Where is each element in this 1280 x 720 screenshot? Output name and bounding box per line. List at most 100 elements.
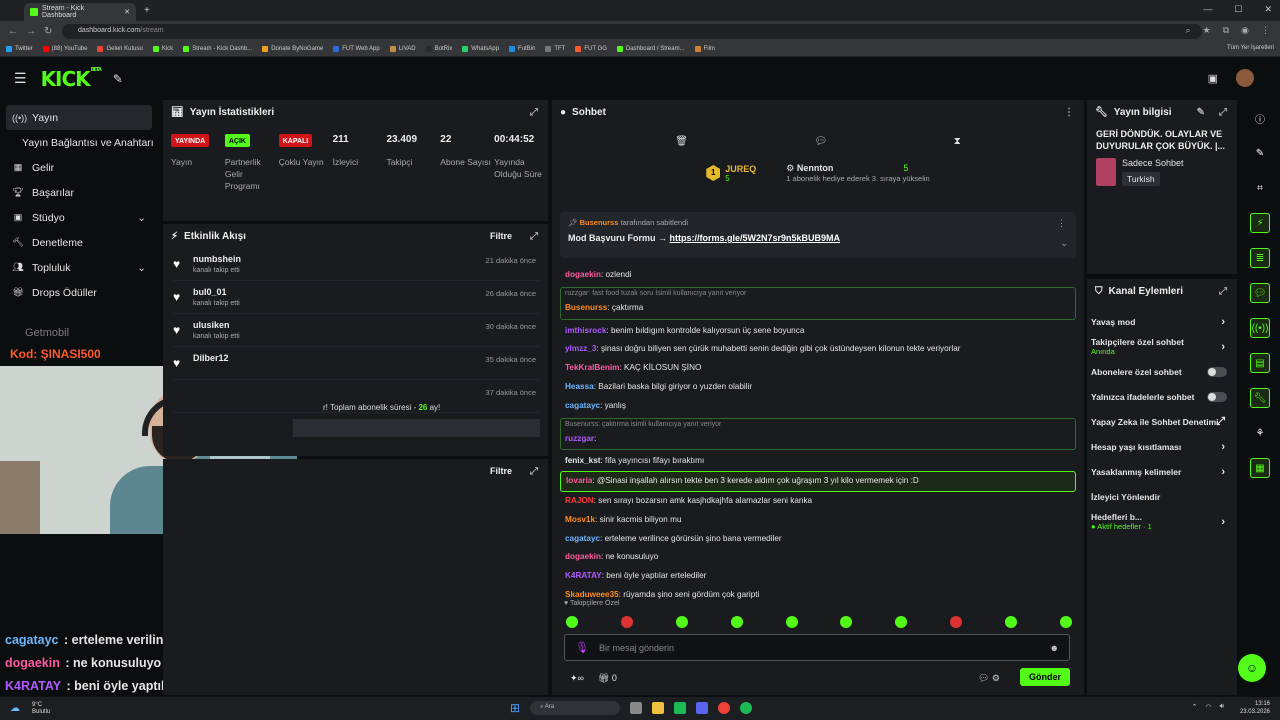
chevron-right-icon[interactable]: › <box>1221 316 1225 328</box>
sidebar-item-3[interactable]: 🏆︎ Başarılar <box>0 180 160 205</box>
edit-icon[interactable]: ✎ <box>1197 107 1205 118</box>
chat-input[interactable]: 🎙︎ Bir mesaj gönderin ☻ <box>564 634 1070 661</box>
expand-icon[interactable]: ⤢ <box>1219 107 1227 118</box>
channel-action-item[interactable]: Hedefleri b... ● Aktif hedefler · 1 › <box>1087 509 1237 534</box>
volume-icon[interactable]: 🔊︎ <box>1220 703 1224 711</box>
pin-icon[interactable]: ✎ <box>113 72 123 86</box>
sidebar-item-1[interactable]: Yayın Bağlantısı ve Anahtarı <box>0 130 160 155</box>
hamburger-menu-icon[interactable]: ☰ <box>14 70 27 87</box>
chat-username[interactable]: imthisrock <box>565 326 606 335</box>
url-field[interactable]: dashboard.kick.com/stream <box>62 24 1202 39</box>
chevron-down-icon[interactable]: ⌄ <box>1060 238 1068 249</box>
list-icon[interactable]: ≣ <box>1250 248 1270 268</box>
channel-action-item[interactable]: Yavaş mod › <box>1087 309 1237 334</box>
forward-icon[interactable]: → <box>26 26 36 37</box>
emote-icon[interactable] <box>840 616 853 628</box>
app-icon[interactable]: ▦ <box>1250 458 1270 478</box>
chevron-down-icon[interactable]: ⌄ <box>137 262 146 274</box>
info-icon[interactable]: ⓘ <box>1250 108 1270 128</box>
wrench-icon[interactable]: 🔧︎ <box>1250 388 1270 408</box>
emote-icon[interactable] <box>1059 616 1072 628</box>
chat-username[interactable]: K4RATAY <box>565 571 602 580</box>
emote-icon[interactable] <box>675 616 688 628</box>
reload-icon[interactable]: ↻ <box>44 26 54 37</box>
emote-icon[interactable] <box>950 616 963 628</box>
activity-user[interactable]: Dilber12 <box>193 353 229 363</box>
activity-user[interactable]: numbshein <box>193 254 241 264</box>
channel-action-item[interactable]: Takipçilere özel sohbet Anında › <box>1087 334 1237 359</box>
channel-action-item[interactable]: İzleyici Yönlendir <box>1087 484 1237 509</box>
channel-action-item[interactable]: Yalnızca ifadelerle sohbet <box>1087 384 1237 409</box>
pinned-by-user[interactable]: Busenurss <box>580 218 619 227</box>
channel-action-item[interactable]: Yapay Zeka ile Sohbet Denetimi ⤢ <box>1087 409 1237 434</box>
chat-username[interactable]: dogaekin <box>565 270 601 279</box>
chat-username[interactable]: fenix_kst <box>565 456 601 465</box>
chat-username[interactable]: ruzzgar <box>565 434 594 443</box>
chat-username[interactable]: Mosv1k <box>565 515 595 524</box>
filter-button[interactable]: Filtre <box>490 466 512 476</box>
chat-icon[interactable]: 💬︎ <box>1250 283 1270 303</box>
chat-username[interactable]: Heassa <box>565 382 594 391</box>
maximize-icon[interactable]: ☐ <box>1234 4 1242 15</box>
taskview-icon[interactable] <box>630 702 643 714</box>
bookmark-item[interactable]: FUT Web App <box>333 46 380 52</box>
chat-settings-icons[interactable]: 💬︎ ⚙︎ <box>978 673 1000 684</box>
menu-icon[interactable]: ⋮ <box>1261 25 1270 36</box>
chat-bubble-icon[interactable]: 💬︎ <box>814 136 827 147</box>
chat-username[interactable]: Busenurss <box>565 303 607 312</box>
new-tab-button[interactable]: + <box>144 5 150 16</box>
chevron-up-icon[interactable]: ⌃ <box>1192 703 1198 711</box>
wifi-icon[interactable]: ◠ <box>1205 703 1211 711</box>
emote-icon[interactable] <box>566 616 578 628</box>
microphone-icon[interactable]: 🎙︎ <box>575 641 589 654</box>
chat-username[interactable]: dogaekin <box>565 552 601 561</box>
bookmark-item[interactable]: WhatsApp <box>462 46 499 52</box>
sidebar-item-2[interactable]: ▦ Gelir <box>0 155 160 180</box>
spotify-icon[interactable] <box>740 702 753 714</box>
crop-icon[interactable]: ⌗ <box>1250 178 1270 198</box>
app-icon[interactable] <box>674 702 687 714</box>
emoji-icon[interactable]: ☻ <box>1050 643 1059 653</box>
discord-icon[interactable] <box>696 702 709 714</box>
share-icon[interactable]: ⚘ <box>1250 423 1270 443</box>
leader1-name[interactable]: JUREQ <box>725 164 756 174</box>
file-explorer-icon[interactable] <box>652 702 665 714</box>
taskbar-search[interactable]: ⌕ Ara <box>530 701 621 715</box>
bookmark-item[interactable]: Donate ByNoGame <box>262 46 323 52</box>
bookmark-item[interactable]: Stream - Kick Dashb... <box>183 46 252 52</box>
zoom-icon[interactable]: ⌕ <box>1186 25 1191 36</box>
chat-username[interactable]: cagatayc <box>565 534 600 543</box>
chevron-down-icon[interactable]: ⌄ <box>137 212 146 224</box>
bookmark-star-icon[interactable]: ★ <box>1203 25 1211 36</box>
filter-button[interactable]: Filtre <box>490 231 512 241</box>
channel-action-item[interactable]: Abonelere özel sohbet <box>1087 359 1237 384</box>
edit-icon[interactable]: ✎ <box>1250 143 1270 163</box>
extensions-icon[interactable]: ⧉ <box>1223 25 1229 36</box>
expand-icon[interactable]: ⤢ <box>530 107 538 118</box>
browser-tab[interactable]: Stream - Kick Dashboard ✕ <box>24 3 136 21</box>
bookmark-item[interactable]: Kick <box>152 46 173 52</box>
bookmark-item[interactable]: (88) YouTube <box>42 46 87 52</box>
hourglass-icon[interactable]: ⧗ <box>954 136 961 147</box>
gift-icon[interactable]: 🎁︎ 0 <box>598 673 617 684</box>
support-chat-icon[interactable]: ☺ <box>1238 654 1266 682</box>
chevron-right-icon[interactable]: › <box>1221 441 1225 453</box>
emote-icon[interactable] <box>1005 616 1017 628</box>
chrome-icon[interactable] <box>718 702 731 714</box>
toggle-switch[interactable] <box>1207 366 1227 377</box>
close-window-icon[interactable]: ✕ <box>1264 4 1272 15</box>
close-tab-icon[interactable]: ✕ <box>124 8 130 16</box>
creator-icon[interactable]: ▣ <box>1208 72 1218 85</box>
toggle-switch[interactable] <box>1207 391 1227 402</box>
trash-icon[interactable]: 🗑︎ <box>675 136 688 147</box>
chevron-right-icon[interactable]: › <box>1221 516 1225 528</box>
emote-icon[interactable] <box>730 616 743 628</box>
more-options-icon[interactable]: ⋮ <box>1064 107 1074 118</box>
send-button[interactable]: Gönder <box>1019 668 1070 686</box>
sidebar-item-5[interactable]: 🔨︎ Denetleme <box>0 230 160 255</box>
category-name[interactable]: Sadece Sohbet <box>1122 158 1184 168</box>
sidebar-item-6[interactable]: 👥︎ Topluluk ⌄ <box>0 255 160 280</box>
emote-icon[interactable] <box>895 616 908 628</box>
bookmark-item[interactable]: FutBin <box>508 46 535 52</box>
sidebar-item-0[interactable]: ((•)) Yayın <box>6 105 152 130</box>
